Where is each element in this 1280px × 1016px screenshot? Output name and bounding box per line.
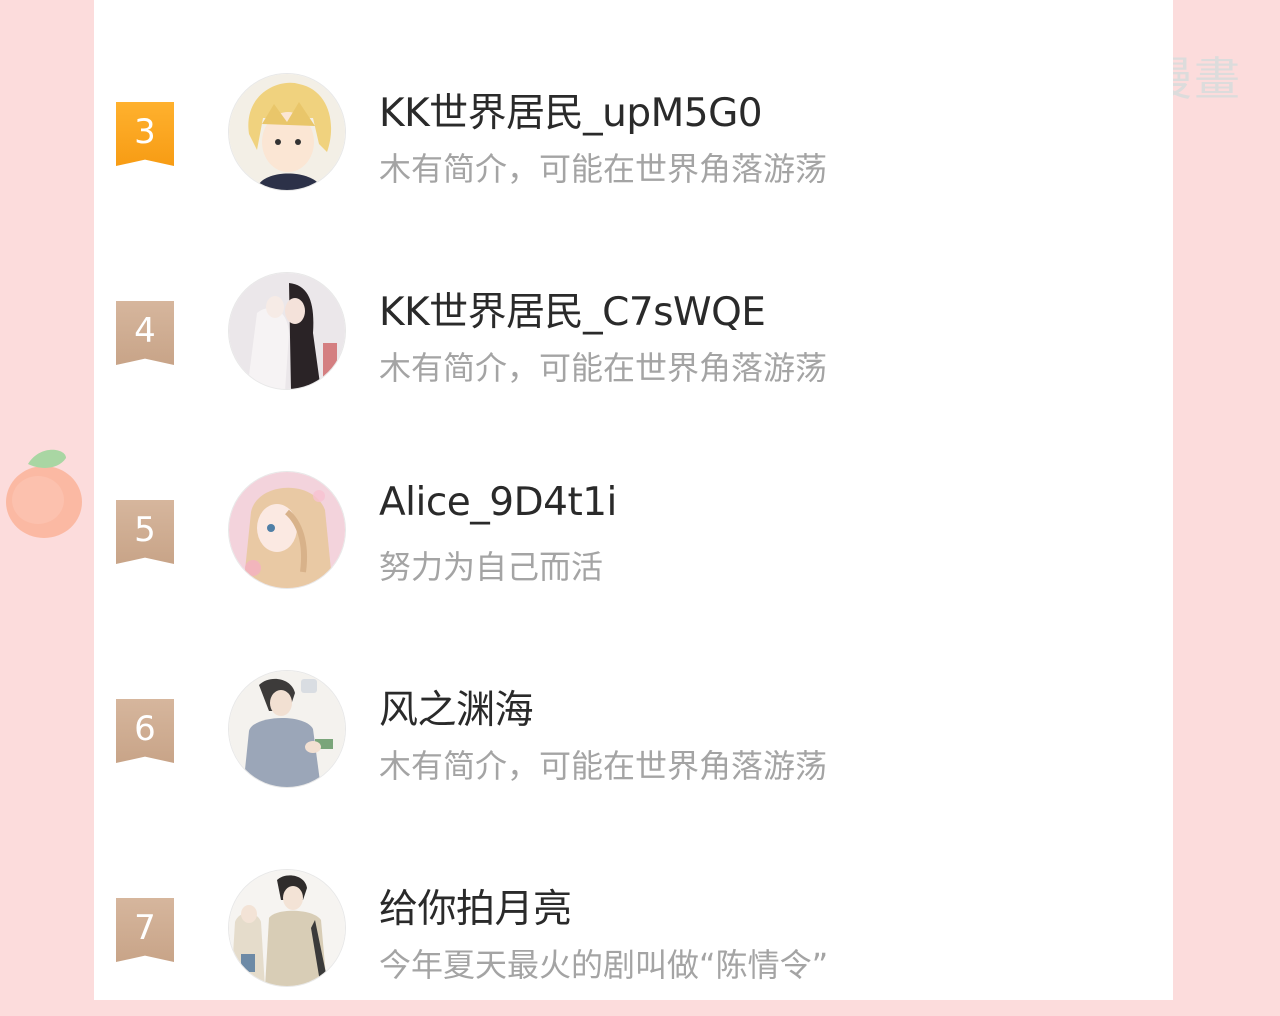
rank-badge: 4 xyxy=(116,301,174,365)
user-bio: 木有简介，可能在世界角落游荡 xyxy=(379,150,828,188)
user-bio: 木有简介，可能在世界角落游荡 xyxy=(379,349,828,387)
rank-badge: 3 xyxy=(116,102,174,166)
ranking-row[interactable]: 4 KK世界居民_C7sWQE 木有简介，可能在世界角落游荡 xyxy=(94,259,1173,419)
user-bio: 木有简介，可能在世界角落游荡 xyxy=(379,747,828,785)
rank-badge: 7 xyxy=(116,898,174,962)
ranking-row[interactable]: 6 风之渊海 木有简介，可能在世界角落游荡 xyxy=(94,657,1173,817)
avatar[interactable] xyxy=(228,869,346,987)
user-name[interactable]: KK世界居民_upM5G0 xyxy=(379,82,763,138)
avatar[interactable] xyxy=(228,73,346,191)
avatar[interactable] xyxy=(228,670,346,788)
user-name[interactable]: 风之渊海 xyxy=(379,679,534,735)
user-name[interactable]: KK世界居民_C7sWQE xyxy=(379,281,766,337)
user-name[interactable]: 给你拍月亮 xyxy=(379,878,572,934)
rank-badge: 5 xyxy=(116,500,174,564)
avatar[interactable] xyxy=(228,272,346,390)
rank-badge: 6 xyxy=(116,699,174,763)
ranking-row[interactable]: 5 Alice_9D4t1i 努力为自己而活 xyxy=(94,458,1173,618)
fan-ranking-list: 3 KK世界居民_upM5G0 木有简介，可能在世界角落游荡 4 KK世界居民_… xyxy=(94,0,1173,1000)
user-bio: 今年夏天最火的剧叫做“陈情令” xyxy=(379,946,829,984)
user-name[interactable]: Alice_9D4t1i xyxy=(379,480,617,525)
ranking-row[interactable]: 7 给你拍月亮 今年夏天最火的剧叫做“陈情令” xyxy=(94,856,1173,1016)
ranking-row[interactable]: 3 KK世界居民_upM5G0 木有简介，可能在世界角落游荡 xyxy=(94,60,1173,220)
peach-decoration-icon xyxy=(6,449,82,538)
avatar[interactable] xyxy=(228,471,346,589)
user-bio: 努力为自己而活 xyxy=(379,548,604,586)
